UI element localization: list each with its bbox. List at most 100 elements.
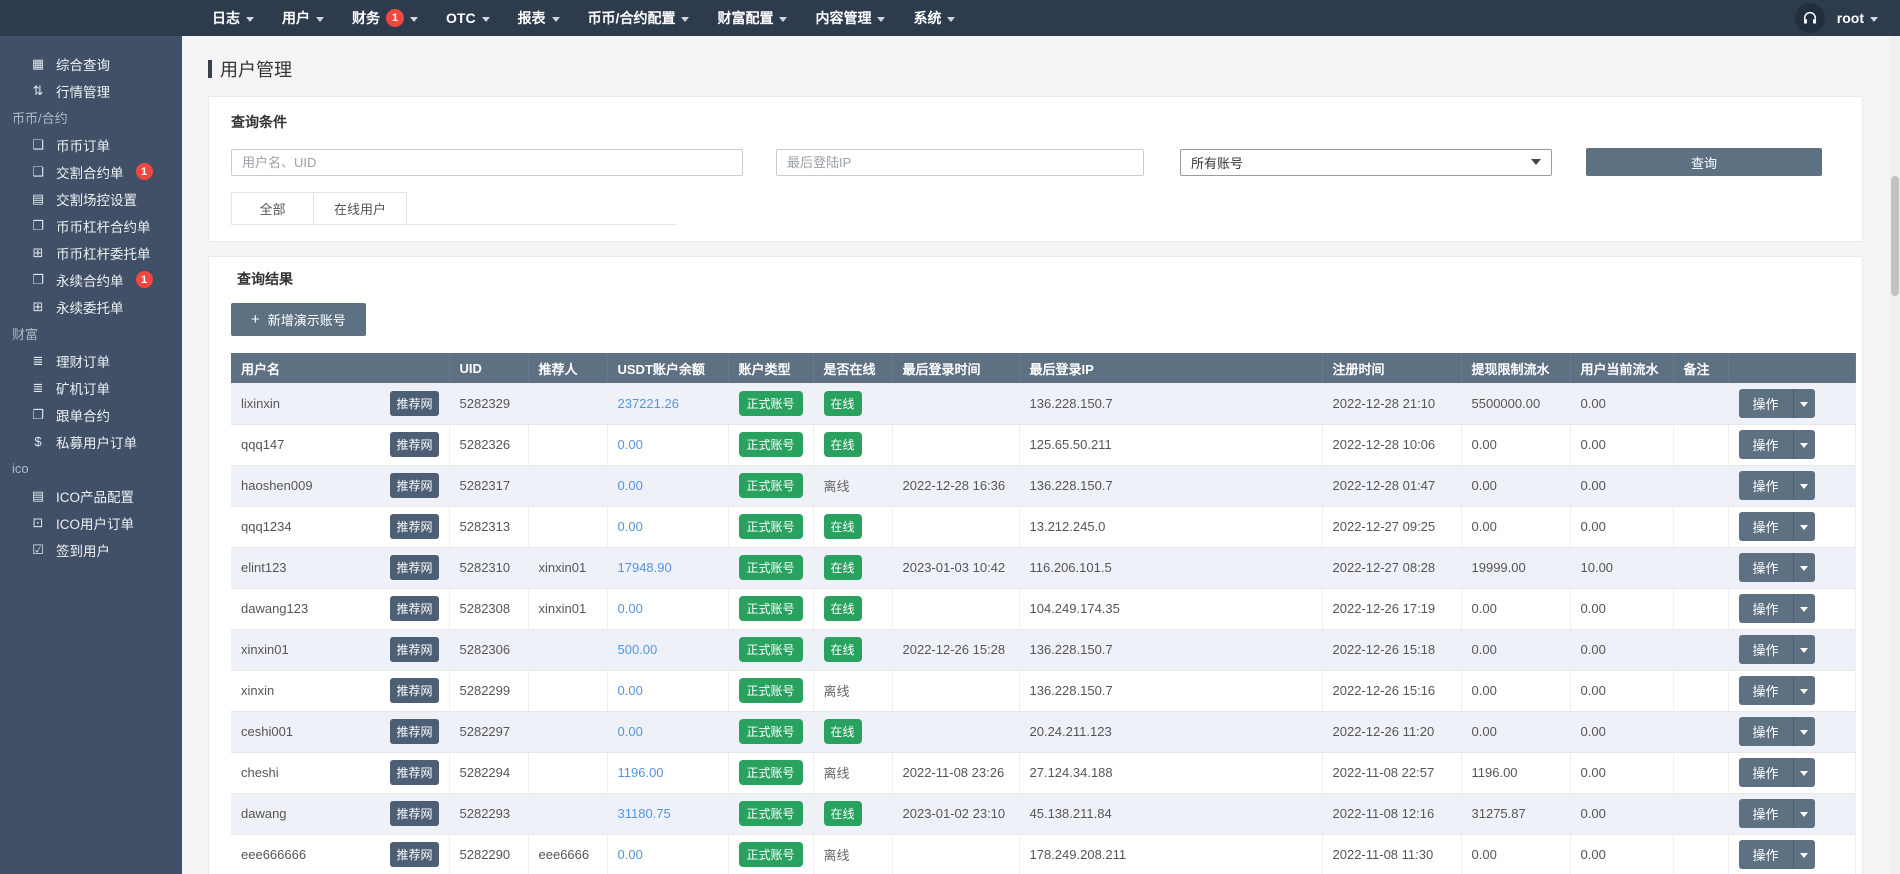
search-button[interactable]: 查询 [1586, 148, 1822, 176]
sidebar-item[interactable]: ≣矿机订单 [0, 374, 182, 401]
action-button[interactable]: 操作 [1739, 471, 1793, 500]
action-button[interactable]: 操作 [1739, 676, 1793, 705]
action-button[interactable]: 操作 [1739, 389, 1793, 418]
action-dropdown-toggle[interactable] [1793, 512, 1815, 541]
sidebar-item[interactable]: ▤交割场控设置 [0, 185, 182, 212]
action-dropdown-toggle[interactable] [1793, 717, 1815, 746]
sidebar-item[interactable]: ▤ICO产品配置 [0, 482, 182, 509]
usdt-balance-link[interactable]: 0.00 [618, 847, 643, 862]
nav-menu-label: 财务 [352, 8, 380, 28]
usdt-balance-link[interactable]: 0.00 [618, 478, 643, 493]
action-dropdown-toggle[interactable] [1793, 389, 1815, 418]
current-flow-cell: 0.00 [1570, 711, 1673, 752]
nav-menu-item[interactable]: 系统 [899, 0, 969, 36]
sidebar-item[interactable]: ❐永续合约单1 [0, 266, 182, 293]
action-dropdown-toggle[interactable] [1793, 799, 1815, 828]
add-demo-account-button[interactable]: + 新增演示账号 [231, 303, 366, 336]
nav-menu-item[interactable]: OTC [432, 0, 504, 36]
referrer-network-button[interactable]: 推荐网 [390, 596, 438, 621]
filter-tab[interactable]: 在线用户 [313, 192, 407, 224]
scrollbar-thumb[interactable] [1891, 176, 1899, 296]
action-dropdown-toggle[interactable] [1793, 553, 1815, 582]
usdt-balance-link[interactable]: 0.00 [618, 437, 643, 452]
last-login-ip-input[interactable] [776, 149, 1144, 176]
username-cell: cheshi推荐网 [231, 752, 449, 793]
action-button[interactable]: 操作 [1739, 512, 1793, 541]
action-button[interactable]: 操作 [1739, 635, 1793, 664]
last-login-ip-cell: 125.65.50.211 [1019, 424, 1322, 465]
sidebar-item[interactable]: ⊞永续委托单 [0, 293, 182, 320]
nav-menu-item[interactable]: 用户 [268, 0, 338, 36]
chevron-down-icon [1800, 771, 1808, 776]
referrer-network-button[interactable]: 推荐网 [390, 842, 438, 867]
username-uid-input[interactable] [231, 149, 743, 176]
referrer-network-button[interactable]: 推荐网 [390, 473, 438, 498]
action-dropdown-toggle[interactable] [1793, 471, 1815, 500]
action-dropdown-toggle[interactable] [1793, 676, 1815, 705]
action-button[interactable]: 操作 [1739, 553, 1793, 582]
sidebar-item[interactable]: ❐跟单合约 [0, 401, 182, 428]
referrer-network-button[interactable]: 推荐网 [390, 555, 438, 580]
referrer-network-button[interactable]: 推荐网 [390, 719, 438, 744]
account-type-cell: 正式账号 [728, 547, 813, 588]
usdt-balance-link[interactable]: 1196.00 [618, 765, 664, 780]
sidebar-item[interactable]: ❏交割合约单1 [0, 158, 182, 185]
action-dropdown-toggle[interactable] [1793, 430, 1815, 459]
action-button[interactable]: 操作 [1739, 430, 1793, 459]
usdt-balance-link[interactable]: 0.00 [618, 724, 643, 739]
usdt-balance-link[interactable]: 0.00 [618, 519, 643, 534]
online-status-cell: 在线 [813, 547, 892, 588]
referrer-network-button[interactable]: 推荐网 [390, 801, 438, 826]
support-avatar-button[interactable] [1795, 3, 1825, 33]
sidebar-section-label: 币币/合约 [0, 104, 182, 131]
usdt-balance-link[interactable]: 17948.90 [618, 560, 672, 575]
sidebar-item[interactable]: ⊡ICO用户订单 [0, 509, 182, 536]
usdt-balance-link[interactable]: 237221.26 [618, 396, 679, 411]
online-status-cell: 在线 [813, 711, 892, 752]
nav-menu-item[interactable]: 财富配置 [703, 0, 801, 36]
current-flow-cell: 0.00 [1570, 834, 1673, 874]
referrer-cell [528, 383, 607, 424]
action-button[interactable]: 操作 [1739, 799, 1793, 828]
user-menu[interactable]: root [1837, 10, 1878, 26]
sidebar-item[interactable]: ☑签到用户 [0, 536, 182, 563]
referrer-network-button[interactable]: 推荐网 [390, 678, 438, 703]
action-dropdown-toggle[interactable] [1793, 758, 1815, 787]
nav-menu-item[interactable]: 报表 [504, 0, 574, 36]
usdt-balance-link[interactable]: 500.00 [618, 642, 658, 657]
sidebar-item[interactable]: ▦综合查询 [0, 50, 182, 77]
nav-menu-item[interactable]: 日志 [198, 0, 268, 36]
referrer-network-button[interactable]: 推荐网 [390, 432, 438, 457]
usdt-balance-link[interactable]: 31180.75 [618, 806, 671, 821]
action-dropdown-toggle[interactable] [1793, 594, 1815, 623]
delivery-control-icon: ▤ [30, 191, 46, 207]
sidebar-item[interactable]: $私募用户订单 [0, 428, 182, 455]
sidebar-item[interactable]: ❐币币杠杆合约单 [0, 212, 182, 239]
headset-icon [1802, 10, 1818, 26]
nav-menu-item[interactable]: 财务1 [338, 0, 432, 36]
action-button[interactable]: 操作 [1739, 594, 1793, 623]
sidebar-item[interactable]: ❏币币订单 [0, 131, 182, 158]
remark-cell [1673, 547, 1728, 588]
sidebar-item[interactable]: ≣理财订单 [0, 347, 182, 374]
action-cell: 操作 [1728, 424, 1855, 465]
referrer-network-button[interactable]: 推荐网 [390, 391, 438, 416]
remark-cell [1673, 711, 1728, 752]
referrer-network-button[interactable]: 推荐网 [390, 637, 438, 662]
current-flow-cell: 10.00 [1570, 547, 1673, 588]
referrer-network-button[interactable]: 推荐网 [390, 514, 438, 539]
nav-menu-item[interactable]: 内容管理 [801, 0, 899, 36]
referrer-network-button[interactable]: 推荐网 [390, 760, 438, 785]
action-dropdown-toggle[interactable] [1793, 635, 1815, 664]
sidebar-item[interactable]: ⇅行情管理 [0, 77, 182, 104]
action-button[interactable]: 操作 [1739, 840, 1793, 869]
sidebar-item[interactable]: ⊞币币杠杆委托单 [0, 239, 182, 266]
usdt-balance-link[interactable]: 0.00 [618, 601, 643, 616]
usdt-balance-link[interactable]: 0.00 [618, 683, 643, 698]
action-button[interactable]: 操作 [1739, 717, 1793, 746]
filter-tab[interactable]: 全部 [231, 192, 313, 224]
nav-menu-item[interactable]: 币币/合约配置 [574, 0, 704, 36]
action-button[interactable]: 操作 [1739, 758, 1793, 787]
action-dropdown-toggle[interactable] [1793, 840, 1815, 869]
account-type-select[interactable]: 所有账号 [1180, 149, 1552, 176]
